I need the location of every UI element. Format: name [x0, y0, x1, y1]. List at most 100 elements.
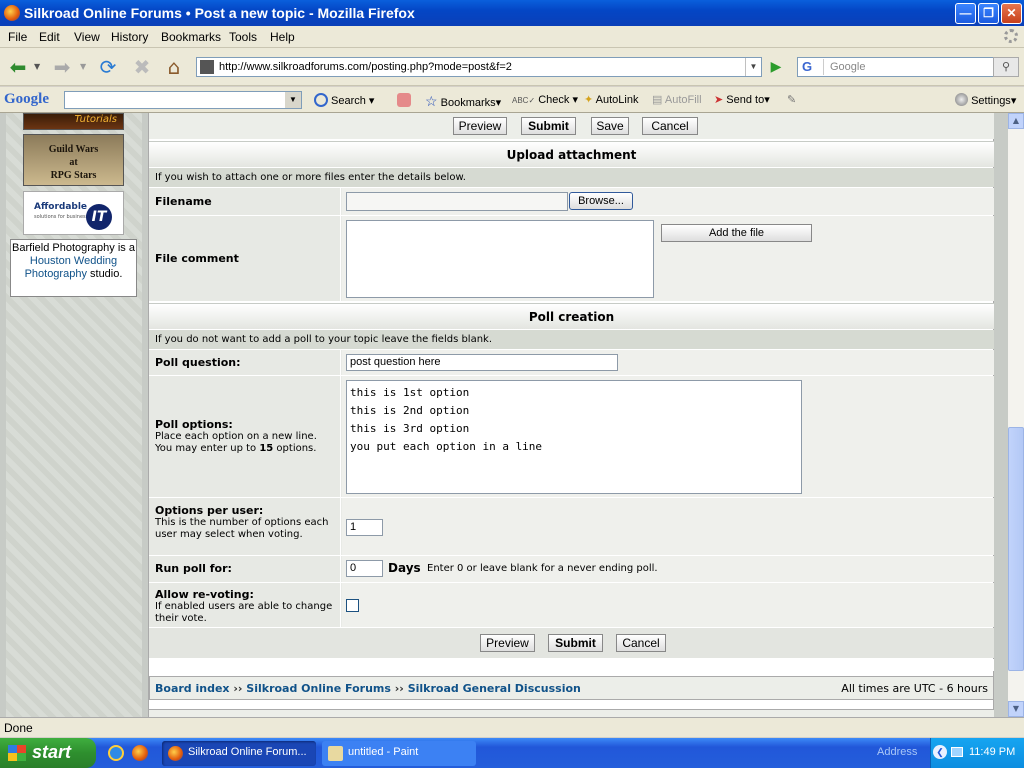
- cancel-button-top[interactable]: Cancel: [642, 117, 698, 135]
- firefox-icon: [4, 5, 20, 21]
- poll-creation-header: Poll creation: [149, 303, 994, 329]
- silkroad-online-forums-link[interactable]: Silkroad Online Forums: [246, 682, 391, 695]
- menu-view[interactable]: View: [74, 30, 100, 44]
- options-per-user-input[interactable]: 1: [346, 519, 383, 536]
- poll-note: If you do not want to add a poll to your…: [149, 330, 994, 349]
- scroll-down-icon[interactable]: ▼: [1008, 701, 1024, 717]
- taskbar-firefox-item[interactable]: Silkroad Online Forum...: [162, 741, 316, 766]
- bookmarks-button[interactable]: ☆ Bookmarks▾: [425, 93, 501, 110]
- menu-bookmarks[interactable]: Bookmarks: [161, 30, 221, 44]
- window-title: Silkroad Online Forums • Post a new topi…: [24, 5, 415, 21]
- file-comment-row: File comment Add the file: [149, 216, 994, 301]
- file-comment-textarea[interactable]: [346, 220, 654, 298]
- url-history-dropdown-icon[interactable]: ▼: [745, 58, 761, 76]
- restore-button[interactable]: ❐: [978, 3, 999, 24]
- poll-question-input[interactable]: post question here: [346, 354, 618, 371]
- google-logo: Google: [4, 91, 49, 107]
- paint-icon: [328, 746, 343, 761]
- autofill-button[interactable]: ▤ AutoFill: [652, 93, 702, 106]
- settings-button[interactable]: Settings▾: [955, 93, 1016, 107]
- days-label: Days: [388, 561, 421, 575]
- start-button[interactable]: start: [0, 738, 96, 768]
- page-viewport: Tutorials Guild Wars at RPG Stars Afford…: [0, 113, 1008, 717]
- address-label: Address: [877, 746, 918, 758]
- forward-dropdown-icon[interactable]: ▼: [80, 62, 86, 71]
- google-search-input[interactable]: ▼: [64, 91, 302, 109]
- silkroad-general-discussion-link[interactable]: Silkroad General Discussion: [408, 682, 581, 695]
- scrollbar-thumb[interactable]: [1008, 427, 1024, 671]
- highlight-icon[interactable]: [397, 93, 411, 107]
- network-icon[interactable]: [951, 747, 963, 757]
- menu-edit[interactable]: Edit: [39, 30, 60, 44]
- google-toolbar: Google ▼ Search ▾ ☆ Bookmarks▾ ABC✓ Chec…: [0, 87, 1024, 113]
- search-engine-icon[interactable]: G: [800, 59, 824, 75]
- search-magnifier-icon[interactable]: ⚲: [993, 57, 1019, 77]
- poll-options-textarea[interactable]: this is 1st option this is 2nd option th…: [346, 380, 802, 494]
- scroll-up-icon[interactable]: ▲: [1008, 113, 1024, 129]
- back-dropdown-icon[interactable]: ▼: [34, 62, 40, 71]
- ie-quicklaunch-icon[interactable]: [108, 745, 124, 761]
- go-icon[interactable]: ▶: [764, 57, 788, 77]
- filename-row: Filename Browse...: [149, 188, 994, 215]
- taskbar-paint-item[interactable]: untitled - Paint: [322, 741, 476, 766]
- wrench-icon: [955, 93, 968, 106]
- board-index-link[interactable]: Board index: [155, 682, 230, 695]
- menu-file[interactable]: File: [8, 30, 27, 44]
- allow-revoting-row: Allow re-voting: If enabled users are ab…: [149, 583, 994, 627]
- filename-input[interactable]: [346, 192, 568, 211]
- title-bar: Silkroad Online Forums • Post a new topi…: [0, 0, 1024, 26]
- preview-button-bottom[interactable]: Preview: [480, 634, 535, 652]
- timezone-text: All times are UTC - 6 hours: [841, 682, 988, 695]
- sendto-button[interactable]: ➤ Send to▾: [714, 93, 770, 106]
- poll-options-label-cell: Poll options: Place each option on a new…: [149, 376, 341, 497]
- google-search-dropdown-icon[interactable]: ▼: [285, 92, 301, 108]
- menu-help[interactable]: Help: [270, 30, 295, 44]
- filename-label: Filename: [149, 188, 341, 215]
- poll-options-row: Poll options: Place each option on a new…: [149, 376, 994, 497]
- spellcheck-button[interactable]: ABC✓ Check ▾: [512, 93, 578, 106]
- home-icon[interactable]: ⌂: [160, 54, 188, 80]
- pencil-icon[interactable]: ✎: [787, 93, 796, 106]
- run-poll-label: Run poll for:: [149, 556, 341, 582]
- file-comment-label: File comment: [149, 216, 341, 301]
- close-button[interactable]: ✕: [1001, 3, 1022, 24]
- poll-question-row: Poll question: post question here: [149, 350, 994, 375]
- stop-icon[interactable]: ✖: [128, 54, 156, 80]
- run-poll-row: Run poll for: 0 Days Enter 0 or leave bl…: [149, 556, 994, 582]
- menu-history[interactable]: History: [111, 30, 148, 44]
- send-icon: ➤: [714, 94, 724, 106]
- minimize-button[interactable]: —: [955, 3, 976, 24]
- save-button[interactable]: Save: [591, 117, 629, 135]
- tray-expand-icon[interactable]: ❮: [933, 745, 947, 759]
- browse-button[interactable]: Browse...: [569, 192, 633, 210]
- submit-button-top[interactable]: Submit: [521, 117, 576, 135]
- submit-button-bottom[interactable]: Submit: [548, 634, 603, 652]
- autofill-icon: ▤: [652, 94, 663, 106]
- firefox-quicklaunch-icon[interactable]: [132, 745, 148, 761]
- run-poll-help: Enter 0 or leave blank for a never endin…: [427, 563, 658, 574]
- add-file-button[interactable]: Add the file: [661, 224, 812, 242]
- preview-button-top[interactable]: Preview: [453, 117, 507, 135]
- google-search-button[interactable]: Search ▾: [314, 93, 374, 107]
- forward-icon[interactable]: ➡: [48, 54, 76, 80]
- run-poll-input[interactable]: 0: [346, 560, 383, 577]
- menu-tools[interactable]: Tools: [229, 30, 257, 44]
- affordable-it-ad-banner[interactable]: Affordable solutions for business IT: [23, 191, 124, 235]
- tutorials-ad-banner[interactable]: Tutorials: [23, 113, 124, 130]
- poll-question-label: Poll question:: [149, 350, 341, 375]
- cancel-button-bottom[interactable]: Cancel: [616, 634, 666, 652]
- abc-check-icon: ABC✓: [512, 96, 536, 105]
- windows-flag-icon: [8, 745, 26, 761]
- url-bar[interactable]: http://www.silkroadforums.com/posting.ph…: [196, 57, 762, 77]
- google-g-icon: [314, 93, 328, 107]
- url-text[interactable]: http://www.silkroadforums.com/posting.ph…: [219, 61, 512, 73]
- autolink-button[interactable]: ✦ AutoLink: [584, 93, 638, 106]
- back-icon[interactable]: ⬅: [4, 54, 32, 80]
- options-per-user-row: Options per user: This is the number of …: [149, 498, 994, 555]
- search-box[interactable]: G Google: [797, 57, 997, 77]
- taskbar: start Silkroad Online Forum... untitled …: [0, 738, 1024, 768]
- vertical-scrollbar[interactable]: ▲ ▼: [1008, 113, 1024, 717]
- allow-revoting-checkbox[interactable]: [346, 599, 359, 612]
- reload-icon[interactable]: ⟳: [94, 54, 122, 80]
- guild-wars-ad-banner[interactable]: Guild Wars at RPG Stars: [23, 134, 124, 186]
